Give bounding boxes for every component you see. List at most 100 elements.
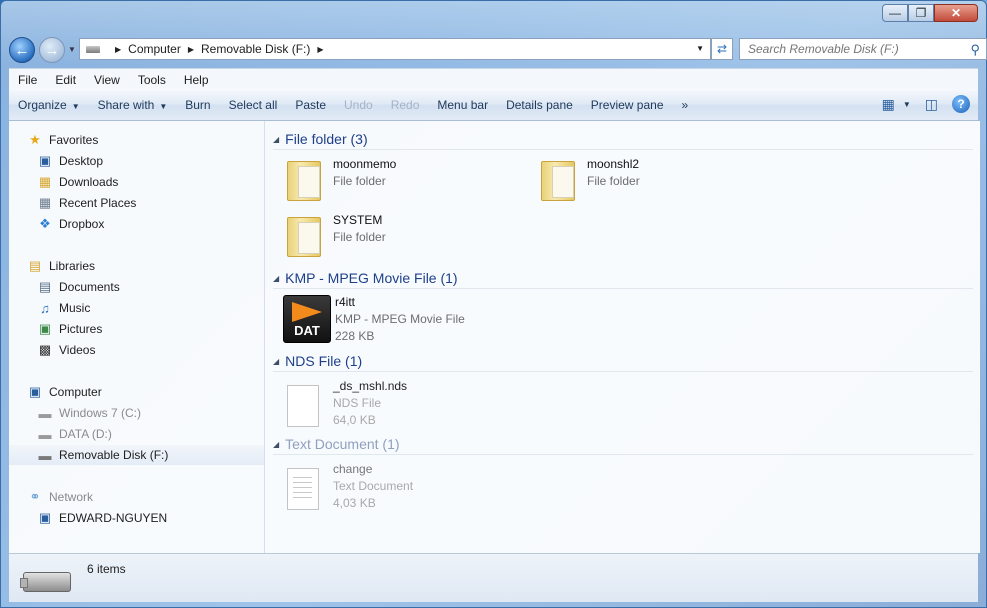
file-type: Text Document xyxy=(333,479,414,493)
paste-button[interactable]: Paste xyxy=(286,98,335,112)
nav-recent-places[interactable]: ▦ Recent Places xyxy=(37,193,137,213)
menu-bar-button[interactable]: Menu bar xyxy=(428,98,497,112)
select-all-button[interactable]: Select all xyxy=(220,98,287,112)
group-divider xyxy=(273,149,973,150)
file-name: moonshl2 xyxy=(587,157,640,171)
nav-drive-c[interactable]: ▬ Windows 7 (C:) xyxy=(37,403,142,423)
menu-edit[interactable]: Edit xyxy=(46,73,85,87)
nav-network[interactable]: ⚭ Network xyxy=(27,487,93,507)
menu-view[interactable]: View xyxy=(85,73,129,87)
file-type: File folder xyxy=(333,230,386,244)
nav-network-label: Network xyxy=(49,490,94,504)
group-divider xyxy=(273,371,973,372)
chevron-down-icon[interactable]: ▼ xyxy=(903,100,911,109)
nav-documents[interactable]: ▤ Documents xyxy=(37,277,120,297)
nav-downloads[interactable]: ▦ Downloads xyxy=(37,172,119,192)
undo-button[interactable]: Undo xyxy=(335,98,382,112)
search-input[interactable] xyxy=(746,41,960,57)
organize-button[interactable]: Organize ▼ xyxy=(9,98,89,112)
address-bar[interactable]: ▶ Computer ▶ Removable Disk (F:) ▶ ▼ xyxy=(79,38,711,60)
dropbox-icon: ❖ xyxy=(39,216,51,231)
help-icon[interactable]: ? xyxy=(952,95,970,113)
chevron-right-icon[interactable]: ▶ xyxy=(317,45,323,54)
nav-computer[interactable]: ▣ Computer xyxy=(27,382,102,402)
nav-recent-places-label: Recent Places xyxy=(59,196,137,210)
file-item-moonmemo[interactable]: moonmemo File folder xyxy=(281,155,396,207)
command-bar: Organize ▼ Share with ▼ Burn Select all Pa… xyxy=(9,89,978,121)
usb-drive-icon: ▬ xyxy=(38,447,52,463)
breadcrumb-computer[interactable]: Computer xyxy=(128,42,181,56)
dat-file-icon: DAT xyxy=(283,295,331,347)
file-item-change[interactable]: change Text Document 4,03 KB xyxy=(281,462,413,514)
status-bar: 6 items xyxy=(9,553,978,602)
close-button[interactable]: ✕ xyxy=(934,4,978,22)
pictures-icon: ▣ xyxy=(38,321,52,336)
maximize-button[interactable]: ❐ xyxy=(908,4,934,22)
downloads-folder-icon: ▦ xyxy=(38,174,52,189)
usb-drive-icon xyxy=(20,572,71,592)
recent-pages-dropdown[interactable]: ▼ xyxy=(68,45,76,54)
nav-computer-label: Computer xyxy=(49,385,102,399)
share-with-label: Share with xyxy=(97,97,155,112)
change-view-icon[interactable]: ▦ xyxy=(882,96,895,113)
minimize-button[interactable]: — xyxy=(882,4,908,22)
file-type: KMP - MPEG Movie File xyxy=(335,312,465,326)
folder-icon xyxy=(281,211,329,263)
search-box[interactable]: ⚲ xyxy=(739,38,987,60)
nav-network-computer[interactable]: ▣ EDWARD-NGUYEN xyxy=(37,508,167,528)
nav-favorites[interactable]: ★ Favorites xyxy=(27,130,98,150)
file-item-ds-mshl[interactable]: _ds_mshl.nds NDS File 64,0 KB xyxy=(281,379,407,431)
group-divider xyxy=(273,288,973,289)
redo-button[interactable]: Redo xyxy=(382,98,429,112)
file-item-r4itt[interactable]: DAT r4itt KMP - MPEG Movie File 228 KB xyxy=(283,295,465,347)
group-label: File folder (3) xyxy=(285,131,368,147)
nav-drive-d[interactable]: ▬ DATA (D:) xyxy=(37,424,112,444)
refresh-button[interactable]: ⇄ xyxy=(711,38,733,60)
nav-music[interactable]: ♫ Music xyxy=(37,298,90,318)
menu-bar: File Edit View Tools Help xyxy=(9,68,978,90)
more-commands-button[interactable]: » xyxy=(673,98,698,112)
nav-libraries[interactable]: ▤ Libraries xyxy=(27,256,95,276)
address-dropdown-icon[interactable]: ▼ xyxy=(696,44,704,53)
file-list: ◢ File folder (3) moonmemo File folder mo… xyxy=(265,121,980,553)
view-controls: ▦ ▼ ◫ ? xyxy=(868,95,970,113)
collapse-icon: ◢ xyxy=(273,356,280,366)
search-icon[interactable]: ⚲ xyxy=(970,42,980,58)
file-item-moonshl2[interactable]: moonshl2 File folder xyxy=(535,155,640,207)
preview-pane-icon[interactable]: ◫ xyxy=(925,96,938,113)
forward-button[interactable]: → xyxy=(39,37,65,63)
breadcrumb-removable-disk[interactable]: Removable Disk (F:) xyxy=(201,42,310,56)
nav-videos[interactable]: ▩ Videos xyxy=(37,340,96,360)
menu-help[interactable]: Help xyxy=(175,73,218,87)
videos-icon: ▩ xyxy=(38,342,52,357)
nav-dropbox[interactable]: ❖ Dropbox xyxy=(37,214,104,234)
nav-drive-f[interactable]: ▬ Removable Disk (F:) xyxy=(9,445,264,465)
file-size: 228 KB xyxy=(335,329,375,343)
burn-button[interactable]: Burn xyxy=(176,98,219,112)
back-button[interactable]: ← xyxy=(9,37,35,63)
preview-pane-button[interactable]: Preview pane xyxy=(582,98,673,112)
nav-pictures-label: Pictures xyxy=(59,322,103,336)
file-item-system[interactable]: SYSTEM File folder xyxy=(281,211,386,263)
folder-icon xyxy=(281,155,329,207)
file-size: 4,03 KB xyxy=(333,496,376,510)
file-type: File folder xyxy=(333,174,386,188)
nav-desktop[interactable]: ▣ Desktop xyxy=(37,151,103,171)
star-icon: ★ xyxy=(29,132,41,147)
documents-icon: ▤ xyxy=(38,279,52,294)
chevron-right-icon[interactable]: ▶ xyxy=(115,45,121,54)
group-header-text[interactable]: ◢ Text Document (1) xyxy=(273,436,973,455)
nav-pictures[interactable]: ▣ Pictures xyxy=(37,319,103,339)
computer-icon: ▣ xyxy=(38,510,52,525)
file-name: _ds_mshl.nds xyxy=(333,379,408,393)
group-header-folders[interactable]: ◢ File folder (3) xyxy=(273,131,973,150)
chevron-right-icon[interactable]: ▶ xyxy=(188,45,194,54)
group-label: Text Document (1) xyxy=(285,436,400,452)
details-pane-button[interactable]: Details pane xyxy=(497,98,582,112)
menu-file[interactable]: File xyxy=(9,73,46,87)
share-with-button[interactable]: Share with ▼ xyxy=(89,98,177,112)
group-header-nds[interactable]: ◢ NDS File (1) xyxy=(273,353,973,372)
group-header-kmp[interactable]: ◢ KMP - MPEG Movie File (1) xyxy=(273,270,973,289)
menu-tools[interactable]: Tools xyxy=(129,73,175,87)
group-label: NDS File (1) xyxy=(285,353,363,369)
